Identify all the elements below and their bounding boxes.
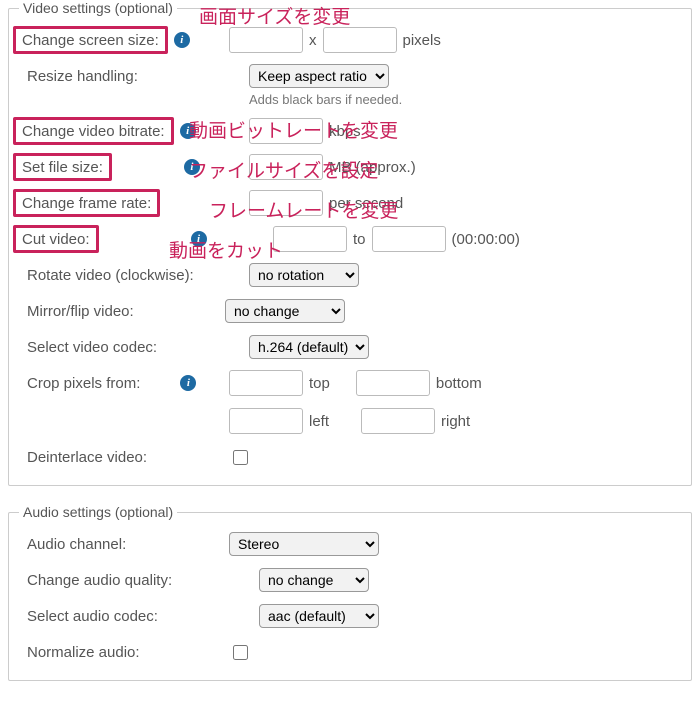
annot-cut: 動画をカット bbox=[169, 242, 283, 261]
checkbox-deinterlace[interactable] bbox=[233, 450, 248, 465]
input-width[interactable] bbox=[229, 27, 303, 53]
row-resize-handling: Resize handling: Keep aspect ratio bbox=[19, 58, 681, 94]
select-audio-codec[interactable]: aac (default) bbox=[259, 604, 379, 628]
checkbox-normalize-audio[interactable] bbox=[233, 645, 248, 660]
select-rotate[interactable]: no rotation bbox=[249, 263, 359, 287]
label-bitrate: Change video bitrate: bbox=[22, 123, 165, 140]
select-audio-channel[interactable]: Stereo bbox=[229, 532, 379, 556]
highlight-frame-rate: Change frame rate: bbox=[13, 189, 160, 217]
annot-filesize: ファイルサイズを設定 bbox=[189, 162, 378, 181]
select-mirror[interactable]: no change bbox=[225, 299, 345, 323]
info-icon[interactable]: i bbox=[180, 375, 196, 391]
input-cut-end[interactable] bbox=[372, 226, 446, 252]
row-video-codec: Select video codec: h.264 (default) bbox=[19, 329, 681, 365]
video-settings-group: Video settings (optional) 画面サイズを変更 Chang… bbox=[8, 0, 692, 486]
annot-bitrate: 動画ビットレートを変更 bbox=[189, 122, 398, 141]
input-crop-top[interactable] bbox=[229, 370, 303, 396]
label-file-size: Set file size: bbox=[22, 159, 103, 176]
label-audio-quality: Change audio quality: bbox=[27, 572, 172, 589]
label-video-codec: Select video codec: bbox=[27, 339, 157, 356]
row-deinterlace: Deinterlace video: bbox=[19, 439, 681, 475]
row-audio-channel: Audio channel: Stereo bbox=[19, 526, 681, 562]
info-icon[interactable]: i bbox=[174, 32, 190, 48]
select-video-codec[interactable]: h.264 (default) bbox=[249, 335, 369, 359]
annot-screen-size: 画面サイズを変更 bbox=[199, 8, 350, 27]
label-rotate: Rotate video (clockwise): bbox=[27, 267, 194, 284]
highlight-bitrate: Change video bitrate: bbox=[13, 117, 174, 145]
resize-hint: Adds black bars if needed. bbox=[249, 92, 681, 107]
label-screen-size: Change screen size: bbox=[22, 32, 159, 49]
annot-frame-rate: フレームレートを変更 bbox=[209, 202, 398, 221]
row-normalize-audio: Normalize audio: bbox=[19, 634, 681, 670]
label-audio-codec: Select audio codec: bbox=[27, 608, 158, 625]
label-bottom: bottom bbox=[436, 375, 482, 392]
select-audio-quality[interactable]: no change bbox=[259, 568, 369, 592]
row-audio-codec: Select audio codec: aac (default) bbox=[19, 598, 681, 634]
label-resize-handling: Resize handling: bbox=[27, 68, 138, 85]
label-audio-channel: Audio channel: bbox=[27, 536, 126, 553]
cut-hint: (00:00:00) bbox=[452, 231, 520, 248]
input-cut-start[interactable] bbox=[273, 226, 347, 252]
input-crop-left[interactable] bbox=[229, 408, 303, 434]
audio-settings-group: Audio settings (optional) Audio channel:… bbox=[8, 504, 692, 681]
input-crop-right[interactable] bbox=[361, 408, 435, 434]
label-deinterlace: Deinterlace video: bbox=[27, 449, 147, 466]
label-frame-rate: Change frame rate: bbox=[22, 195, 151, 212]
label-crop: Crop pixels from: bbox=[27, 375, 140, 392]
row-crop-2: left right bbox=[229, 403, 681, 439]
input-height[interactable] bbox=[323, 27, 397, 53]
label-cut-video: Cut video: bbox=[22, 231, 90, 248]
label-top: top bbox=[309, 375, 330, 392]
label-right: right bbox=[441, 413, 470, 430]
row-audio-quality: Change audio quality: no change bbox=[19, 562, 681, 598]
row-cut-video: Cut video: i to (00:00:00) bbox=[19, 221, 681, 257]
select-resize-handling[interactable]: Keep aspect ratio bbox=[249, 64, 389, 88]
label-normalize-audio: Normalize audio: bbox=[27, 644, 140, 661]
label-left: left bbox=[309, 413, 329, 430]
row-mirror: Mirror/flip video: no change bbox=[19, 293, 681, 329]
sep-to: to bbox=[353, 231, 366, 248]
label-mirror: Mirror/flip video: bbox=[27, 303, 134, 320]
highlight-screen-size: Change screen size: bbox=[13, 26, 168, 54]
video-settings-legend: Video settings (optional) bbox=[19, 0, 177, 16]
row-rotate: Rotate video (clockwise): no rotation bbox=[19, 257, 681, 293]
audio-settings-legend: Audio settings (optional) bbox=[19, 504, 177, 520]
highlight-cut-video: Cut video: bbox=[13, 225, 99, 253]
input-crop-bottom[interactable] bbox=[356, 370, 430, 396]
sep-x: x bbox=[309, 32, 317, 49]
row-crop: Crop pixels from: i top bottom bbox=[19, 365, 681, 401]
row-screen-size: Change screen size: i x pixels bbox=[19, 22, 681, 58]
highlight-file-size: Set file size: bbox=[13, 153, 112, 181]
unit-pixels: pixels bbox=[403, 32, 441, 49]
